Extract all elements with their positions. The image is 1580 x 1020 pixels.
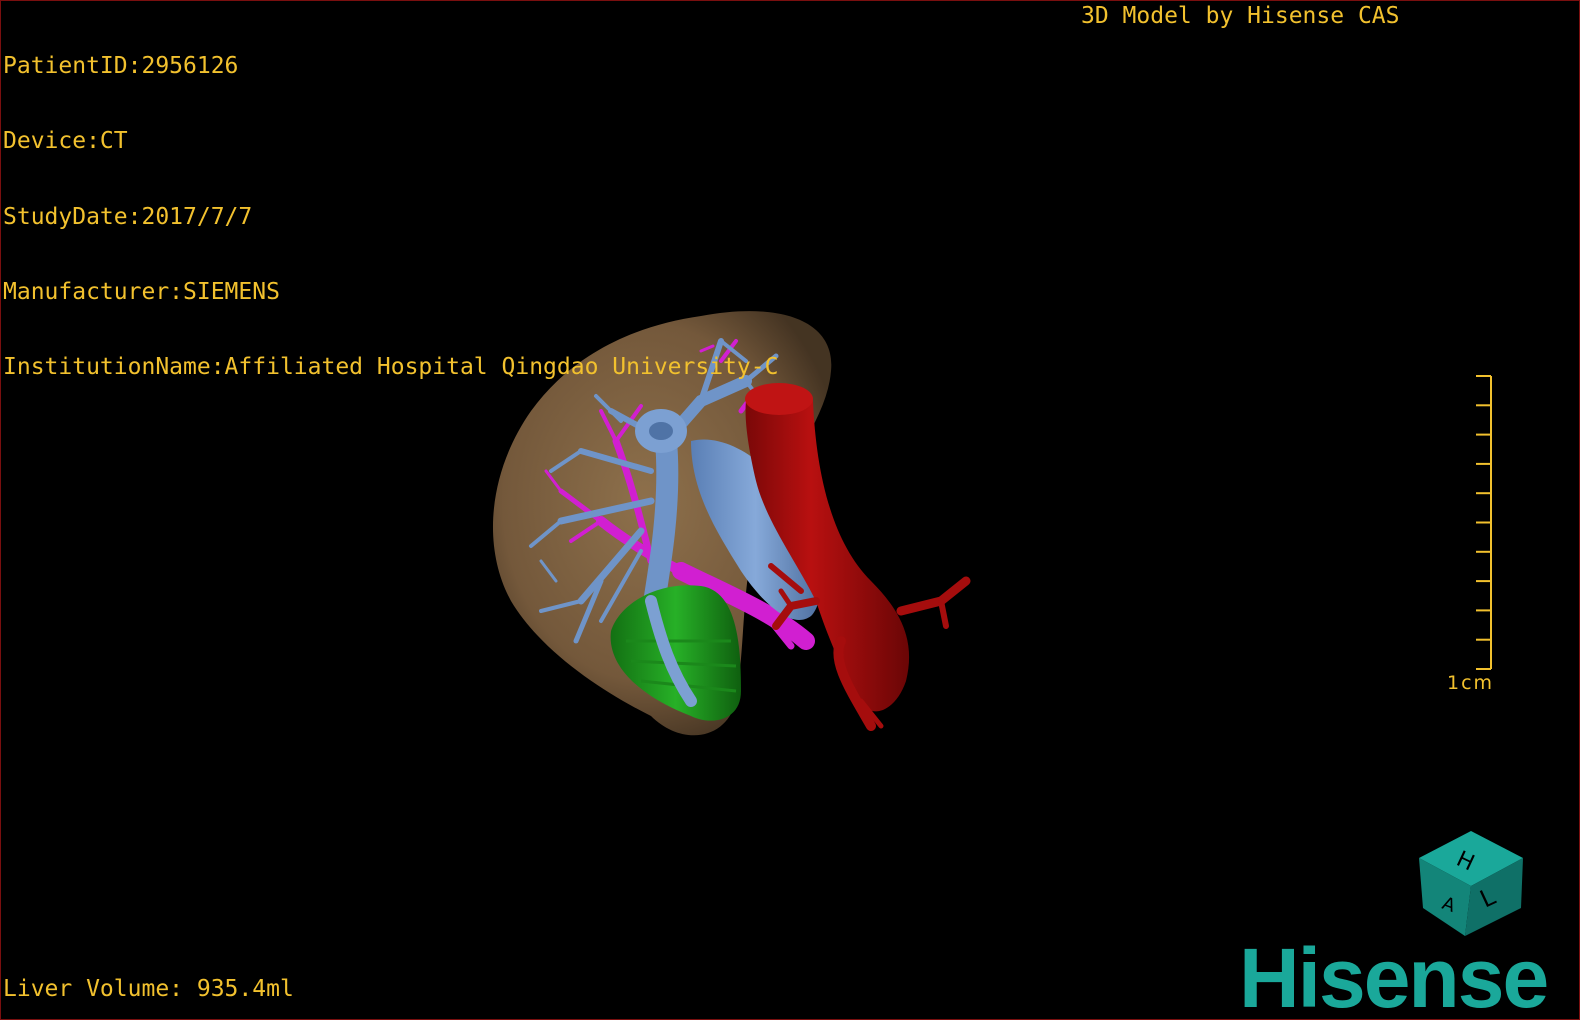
model-credit: 3D Model by Hisense CAS: [1081, 3, 1400, 29]
manufacturer: Manufacturer:SIEMENS: [3, 278, 280, 305]
institution-name: InstitutionName:Affiliated Hospital Qing…: [3, 354, 779, 381]
scale-bar-label: 1cm: [1447, 672, 1495, 694]
orientation-cube[interactable]: H L A: [1419, 831, 1523, 936]
study-date: StudyDate:2017/7/7: [3, 203, 253, 230]
scale-bar: [1476, 375, 1492, 670]
device: Device:CT: [3, 128, 128, 155]
hisense-logo: Hisense: [1239, 931, 1549, 1020]
3d-viewport[interactable]: H L A PatientID:2956126 Device:CT StudyD…: [0, 0, 1580, 1020]
patient-id: PatientID:2956126: [3, 53, 239, 79]
liver-volume: Liver Volume: 935.4ml: [3, 976, 294, 1002]
patient-info-overlay: PatientID:2956126 Device:CT StudyDate:20…: [3, 4, 778, 430]
